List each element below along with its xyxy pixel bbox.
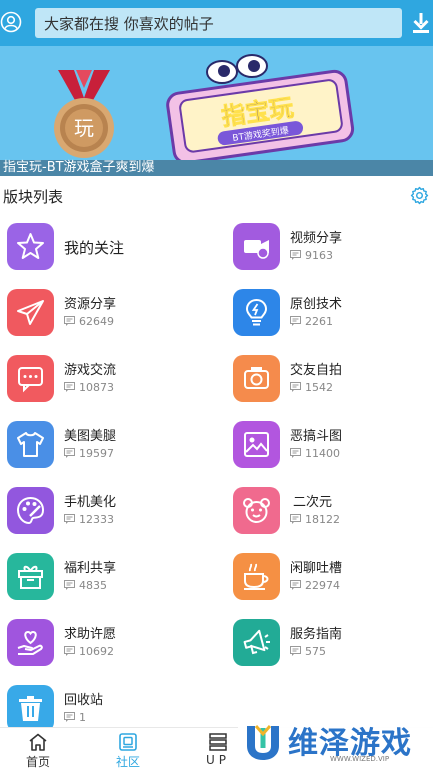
post-count-icon bbox=[64, 316, 75, 326]
board-item-meme[interactable]: 恶搞斗图 11400 bbox=[233, 421, 433, 479]
star-icon bbox=[7, 223, 54, 270]
search-placeholder: 大家都在搜 你喜欢的帖子 bbox=[44, 15, 214, 33]
post-count: 1 bbox=[64, 710, 86, 724]
nav-tab-community[interactable]: 社区 bbox=[98, 728, 158, 768]
settings-gear-icon[interactable] bbox=[410, 186, 429, 205]
up-icon bbox=[209, 733, 227, 751]
post-count: 10873 bbox=[64, 380, 114, 394]
home-icon bbox=[29, 733, 47, 751]
board-item-chatter[interactable]: 闲聊吐槽 22974 bbox=[233, 553, 433, 611]
board-name: 视频分享 bbox=[290, 231, 343, 246]
board-item-selfie[interactable]: 交友自拍 1542 bbox=[233, 355, 433, 413]
board-item-game-chat[interactable]: 游戏交流 10873 bbox=[7, 355, 217, 413]
post-count: 62649 bbox=[64, 314, 114, 328]
board-name: 原创技术 bbox=[290, 297, 343, 312]
board-name: 美图美腿 bbox=[64, 429, 117, 444]
board-name: 我的关注 bbox=[64, 239, 125, 257]
board-name: 回收站 bbox=[64, 693, 104, 708]
post-count: 9163 bbox=[290, 248, 333, 262]
post-count: 22974 bbox=[290, 578, 340, 592]
board-name: 恶搞斗图 bbox=[290, 429, 343, 444]
post-count-icon bbox=[64, 712, 75, 722]
board-item-original-tech[interactable]: 原创技术 2261 bbox=[233, 289, 433, 347]
post-count: 18122 bbox=[290, 512, 340, 526]
post-count-icon bbox=[64, 382, 75, 392]
board-item-anime[interactable]: 二次元 18122 bbox=[233, 487, 433, 545]
post-count: 4835 bbox=[64, 578, 107, 592]
post-count-icon bbox=[64, 514, 75, 524]
post-count: 575 bbox=[290, 644, 326, 658]
game-box-logo: 指宝玩 BT游戏奖到爆 bbox=[166, 69, 355, 160]
post-count: 1542 bbox=[290, 380, 333, 394]
board-name: 资源分享 bbox=[64, 297, 117, 312]
post-count: 10692 bbox=[64, 644, 114, 658]
post-count: 19597 bbox=[64, 446, 114, 460]
post-count: 11400 bbox=[290, 446, 340, 460]
post-count: 12333 bbox=[64, 512, 114, 526]
mascot-eyes-icon bbox=[206, 54, 268, 84]
board-name: 二次元 bbox=[293, 495, 333, 510]
board-item-welfare[interactable]: 福利共享 4835 bbox=[7, 553, 217, 611]
post-count-icon bbox=[290, 514, 301, 524]
paper-plane-icon bbox=[7, 289, 54, 336]
video-camera-icon bbox=[233, 223, 280, 270]
board-item-video-share[interactable]: 视频分享 9163 bbox=[233, 223, 433, 281]
board-name: 闲聊吐槽 bbox=[290, 561, 343, 576]
post-count-icon bbox=[290, 646, 301, 656]
post-count-icon bbox=[290, 580, 301, 590]
board-name: 手机美化 bbox=[64, 495, 117, 510]
lightbulb-icon bbox=[233, 289, 280, 336]
coffee-cup-icon bbox=[233, 553, 280, 600]
board-name: 求助许愿 bbox=[64, 627, 117, 642]
section-title: 版块列表 bbox=[3, 188, 64, 206]
chat-bubble-icon bbox=[7, 355, 54, 402]
board-item-beauty-photos[interactable]: 美图美腿 19597 bbox=[7, 421, 217, 479]
nav-tab-home[interactable]: 首页 bbox=[8, 728, 68, 768]
search-input[interactable]: 大家都在搜 你喜欢的帖子 bbox=[35, 8, 402, 38]
nav-label: 社区 bbox=[115, 755, 140, 768]
megaphone-icon bbox=[233, 619, 280, 666]
board-item-help-wish[interactable]: 求助许愿 10692 bbox=[7, 619, 217, 677]
gift-icon bbox=[7, 553, 54, 600]
post-count-icon bbox=[290, 382, 301, 392]
banner-caption: 指宝玩-BT游戏盒子爽到爆 bbox=[3, 160, 155, 175]
medal-icon: 玩 bbox=[54, 70, 114, 158]
site-watermark: 维泽游戏 WWW.WIZED.VIP bbox=[238, 716, 433, 768]
board-item-phone-theme[interactable]: 手机美化 12333 bbox=[7, 487, 217, 545]
download-icon[interactable] bbox=[413, 13, 429, 33]
trash-icon bbox=[7, 685, 54, 732]
palette-icon bbox=[7, 487, 54, 534]
watermark-url: WWW.WIZED.VIP bbox=[330, 755, 390, 763]
post-count-icon bbox=[64, 580, 75, 590]
post-count-icon bbox=[64, 646, 75, 656]
board-name: 游戏交流 bbox=[64, 363, 117, 378]
app-screen: 大家都在搜 你喜欢的帖子 玩 指宝玩 BT游戏奖到爆 指宝玩-BT游戏盒子爽到爆… bbox=[0, 0, 433, 768]
bear-icon bbox=[233, 487, 280, 534]
board-name: 服务指南 bbox=[290, 627, 343, 642]
board-name: 福利共享 bbox=[64, 561, 117, 576]
nav-label: 首页 bbox=[25, 755, 50, 768]
post-count-icon bbox=[290, 250, 301, 260]
tshirt-icon bbox=[7, 421, 54, 468]
board-item-service-guide[interactable]: 服务指南 575 bbox=[233, 619, 433, 677]
post-count-icon bbox=[64, 448, 75, 458]
post-count-icon bbox=[290, 448, 301, 458]
medal-text: 玩 bbox=[74, 116, 94, 140]
board-name: 交友自拍 bbox=[290, 363, 343, 378]
post-count: 2261 bbox=[290, 314, 333, 328]
camera-icon bbox=[233, 355, 280, 402]
heart-hand-icon bbox=[7, 619, 54, 666]
watermark-logo-icon bbox=[247, 725, 279, 760]
board-item-my-follows[interactable]: 我的关注 bbox=[7, 223, 217, 281]
user-profile-icon[interactable] bbox=[0, 11, 22, 33]
community-icon bbox=[119, 733, 137, 751]
top-bar: 大家都在搜 你喜欢的帖子 bbox=[0, 0, 433, 46]
image-icon bbox=[233, 421, 280, 468]
promo-banner[interactable]: 玩 指宝玩 BT游戏奖到爆 指宝玩-BT游戏盒子爽到爆 bbox=[0, 46, 433, 176]
post-count-icon bbox=[290, 316, 301, 326]
board-item-resource-share[interactable]: 资源分享 62649 bbox=[7, 289, 217, 347]
